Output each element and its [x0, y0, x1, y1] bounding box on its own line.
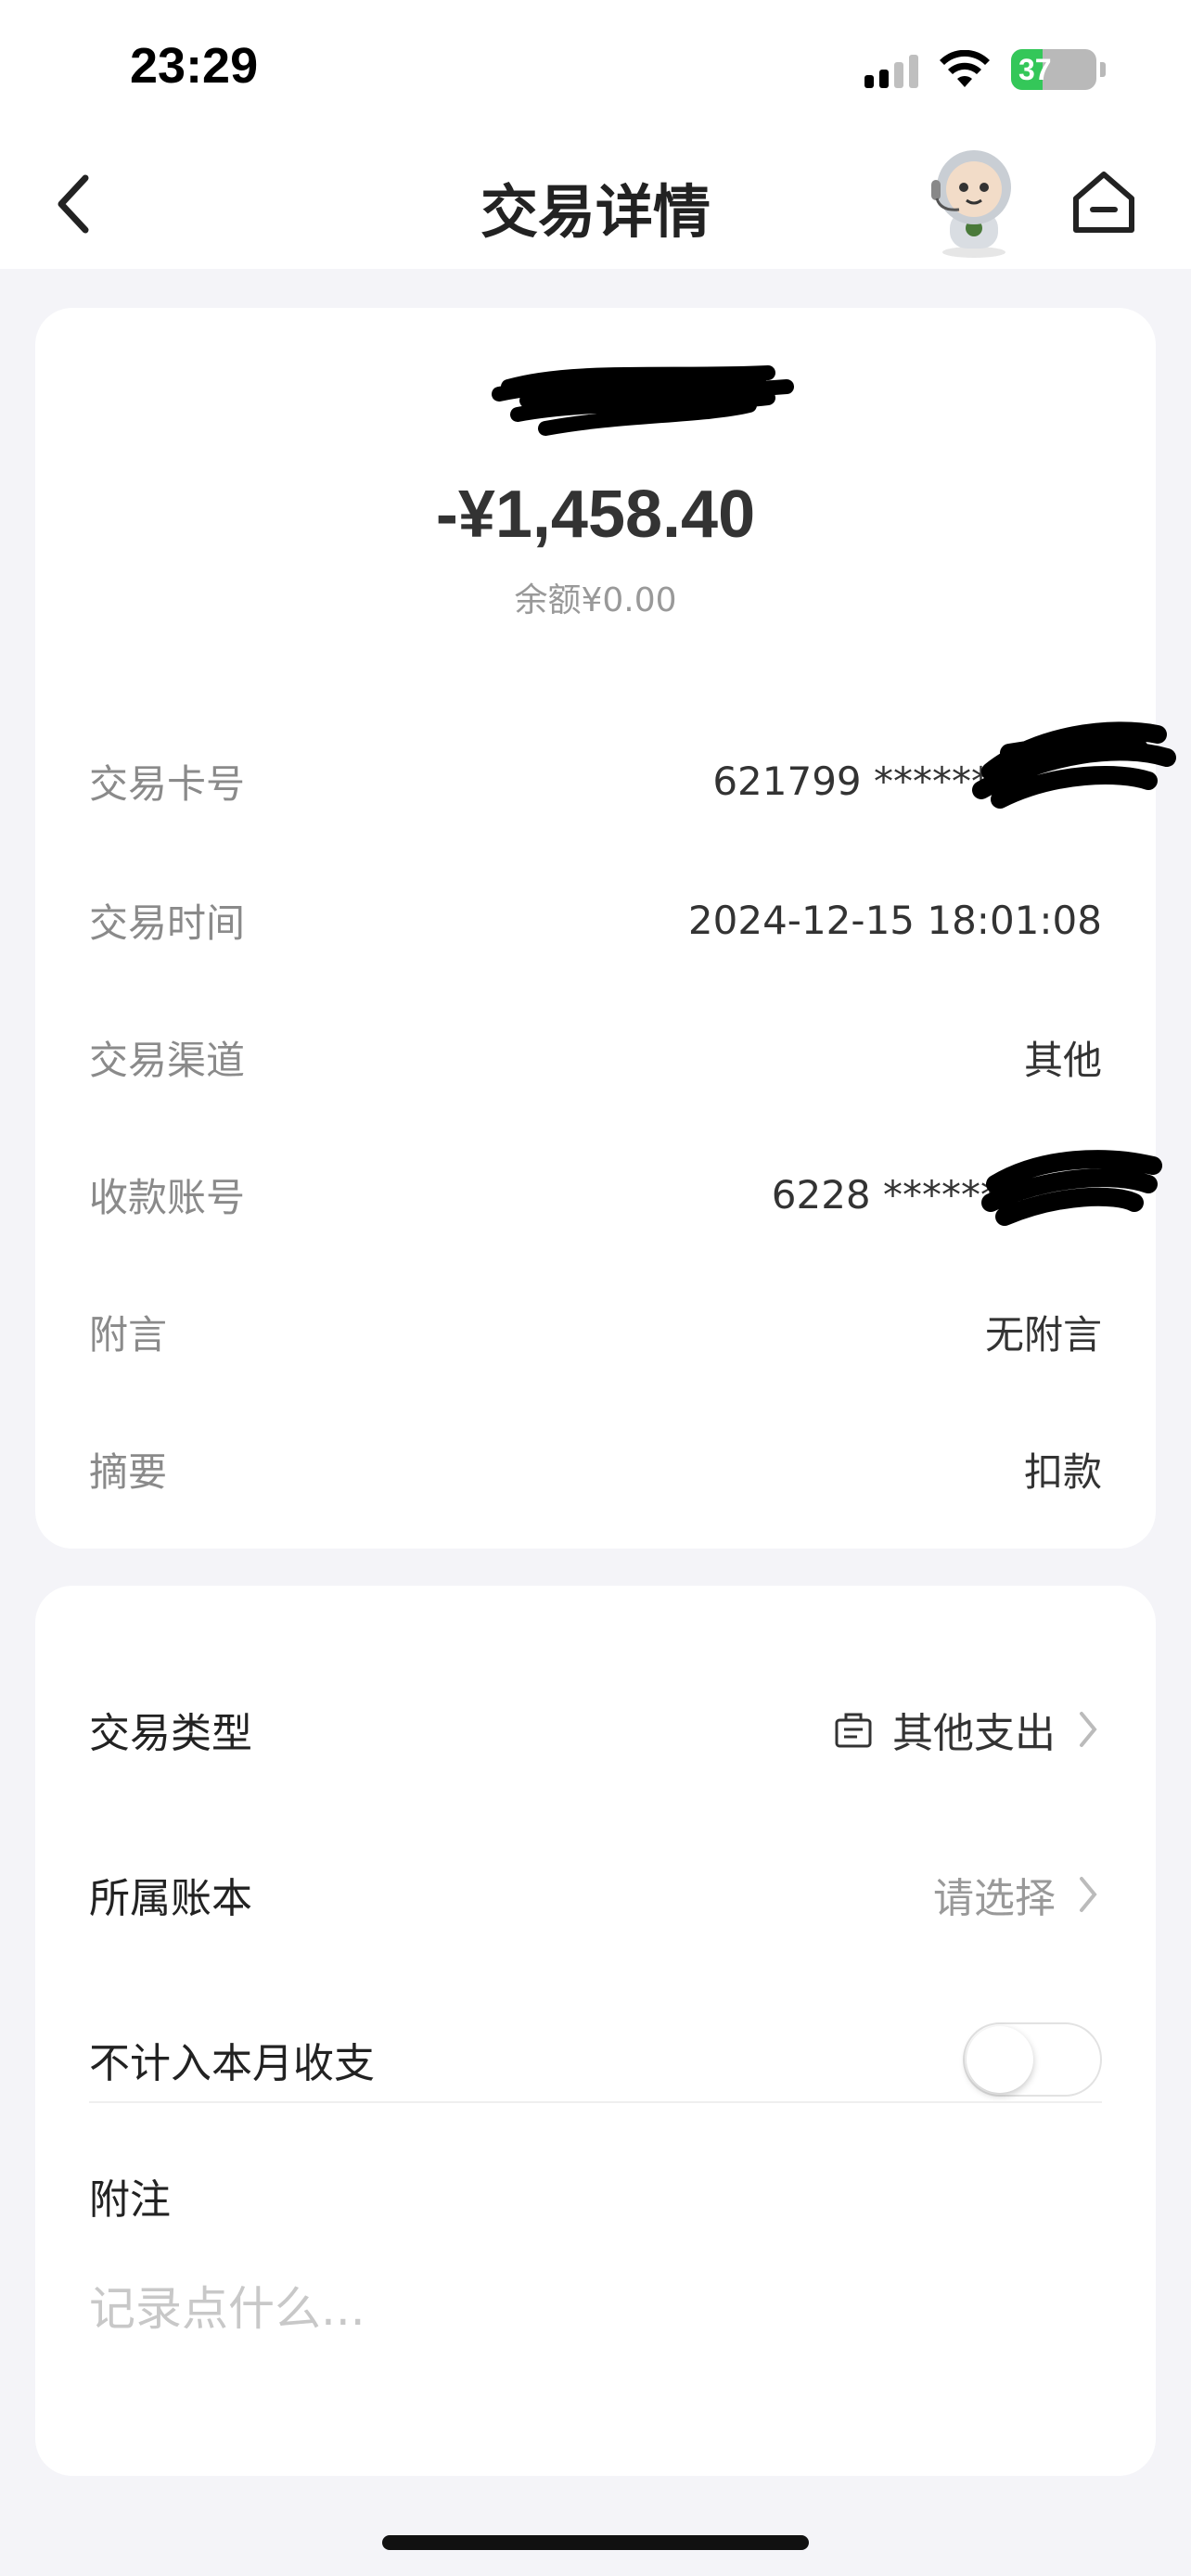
- detail-label: 交易卡号: [89, 760, 246, 807]
- detail-label: 收款账号: [89, 1174, 246, 1220]
- wifi-icon: [940, 50, 990, 87]
- detail-value: 621799 ******: [712, 758, 991, 804]
- exclude-monthly-toggle[interactable]: [963, 2022, 1102, 2097]
- battery-icon: 37: [1011, 49, 1096, 90]
- transaction-amount: -¥1,458.40: [435, 478, 756, 552]
- exclude-monthly-row: 不计入本月收支: [89, 2018, 1102, 2101]
- detail-label: 附言: [89, 1311, 168, 1358]
- cellular-signal-icon: [864, 51, 918, 88]
- transaction-details-card: -¥1,458.40 余额¥0.00 交易卡号 621799 ****** 交易…: [35, 308, 1176, 1549]
- note-label: 附注: [89, 2176, 171, 2224]
- header-area: 23:29 37 交易详情: [0, 0, 1191, 269]
- detail-row-time: 交易时间 2024-12-15 18:01:08: [89, 883, 1102, 957]
- detail-value: 6228 ******: [771, 1171, 1000, 1218]
- detail-value: 其他: [1023, 1037, 1102, 1083]
- detail-row-channel: 交易渠道 其他: [89, 1020, 1102, 1094]
- detail-value: 扣款: [1023, 1448, 1102, 1495]
- divider: [89, 2101, 1102, 2103]
- toggle-knob: [967, 2026, 1033, 2093]
- detail-label: 摘要: [89, 1448, 168, 1495]
- exclude-monthly-label: 不计入本月收支: [89, 2040, 375, 2087]
- detail-label: 交易时间: [89, 899, 246, 946]
- home-icon[interactable]: [1067, 165, 1141, 239]
- transaction-type-value: 其他支出: [892, 1710, 1056, 1757]
- detail-value: 无附言: [984, 1311, 1102, 1358]
- detail-row-postscript: 附言 无附言: [89, 1294, 1102, 1369]
- account-book-value: 请选择: [933, 1875, 1056, 1922]
- detail-row-card-number: 交易卡号 621799 ******: [89, 744, 1102, 818]
- transaction-type-label: 交易类型: [89, 1710, 252, 1757]
- chevron-right-icon: [1080, 1877, 1097, 1912]
- redacted-card-number: [972, 721, 1176, 809]
- chevron-right-icon: [1080, 1712, 1097, 1747]
- redacted-merchant-name: [492, 365, 794, 436]
- detail-row-summary: 摘要 扣款: [89, 1432, 1102, 1506]
- note-input[interactable]: [89, 2272, 1091, 2346]
- battery-level: 37: [1018, 52, 1052, 86]
- balance-text: 余额¥0.00: [514, 581, 677, 619]
- account-book-label: 所属账本: [89, 1875, 252, 1922]
- status-indicators: 37: [864, 45, 1106, 95]
- transaction-type-row[interactable]: 交易类型 其他支出: [89, 1688, 1102, 1771]
- detail-row-payee-account: 收款账号 6228 ******: [89, 1157, 1102, 1231]
- category-icon: [835, 1713, 872, 1748]
- home-indicator[interactable]: [382, 2535, 809, 2550]
- robot-assistant-icon[interactable]: [918, 141, 1030, 261]
- detail-value: 2024-12-15 18:01:08: [687, 897, 1102, 943]
- redacted-payee-account: [981, 1150, 1162, 1226]
- detail-label: 交易渠道: [89, 1037, 246, 1083]
- status-time: 23:29: [130, 38, 259, 94]
- account-book-row[interactable]: 所属账本 请选择: [89, 1853, 1102, 1936]
